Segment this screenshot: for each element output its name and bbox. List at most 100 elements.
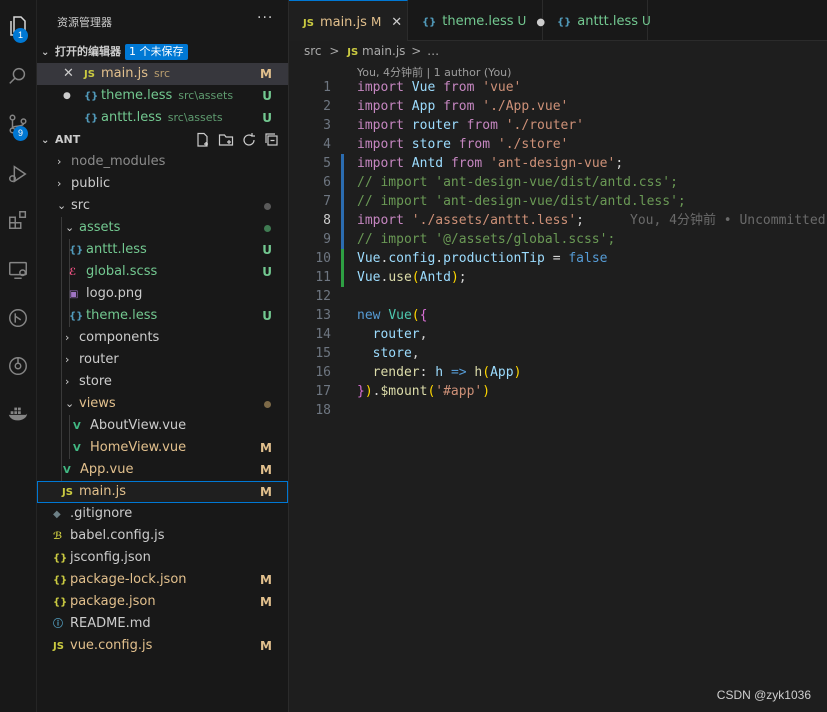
open-editor-name: anttt.less bbox=[101, 110, 162, 125]
code-line[interactable]: 9 // import '@/assets/global.scss'; bbox=[289, 230, 827, 249]
less-file-icon: {} bbox=[69, 311, 84, 322]
code-line[interactable]: 7 // import 'ant-design-vue/dist/antd.les… bbox=[289, 192, 827, 211]
open-editor-item[interactable]: ● {} theme.less src\assets U bbox=[37, 85, 288, 107]
git-gutter-marker[interactable] bbox=[341, 192, 344, 211]
tab-label: main.js bbox=[319, 15, 367, 30]
open-editor-item[interactable]: {} anttt.less src\assets U bbox=[37, 107, 288, 129]
code-line[interactable]: 18 bbox=[289, 401, 827, 420]
tree-file[interactable]: {} jsconfig.json bbox=[37, 547, 288, 569]
breadcrumb-folder[interactable]: src bbox=[304, 44, 322, 58]
search-icon[interactable] bbox=[0, 58, 36, 94]
code-line[interactable]: 14 router, bbox=[289, 325, 827, 344]
code-line[interactable]: 6 // import 'ant-design-vue/dist/antd.css… bbox=[289, 173, 827, 192]
tree-file[interactable]: ▣ logo.png bbox=[37, 283, 288, 305]
code-line[interactable]: 17 }).$mount('#app') bbox=[289, 382, 827, 401]
code-line[interactable]: 5 import Antd from 'ant-design-vue'; bbox=[289, 154, 827, 173]
tree-file[interactable]: V HomeView.vue M bbox=[37, 437, 288, 459]
tab-anttt-less[interactable]: {} anttt.less U bbox=[543, 0, 651, 40]
code-line[interactable]: 8 import './assets/anttt.less'; You, 4分钟前 … bbox=[289, 211, 827, 230]
remote-explorer-icon[interactable] bbox=[0, 252, 36, 288]
tab-theme-less[interactable]: {} theme.less U ● bbox=[408, 0, 545, 40]
tree-item-label: babel.config.js bbox=[70, 528, 165, 543]
git-gutter-marker[interactable] bbox=[341, 211, 344, 230]
tree-folder[interactable]: › public bbox=[37, 173, 288, 195]
line-number: 9 bbox=[323, 232, 331, 247]
babel-file-icon: ℬ bbox=[53, 531, 63, 542]
run-debug-icon[interactable] bbox=[0, 156, 36, 192]
open-editors-header[interactable]: ⌄ 打开的编辑器 1 个未保存 bbox=[37, 41, 288, 63]
line-number: 4 bbox=[323, 137, 331, 152]
git-gutter-marker[interactable] bbox=[341, 268, 344, 287]
line-text: }).$mount('#app') bbox=[357, 384, 491, 399]
tree-file[interactable]: {} theme.less U bbox=[37, 305, 288, 327]
code-line[interactable]: 16 render: h => h(App) bbox=[289, 363, 827, 382]
tab-label: anttt.less bbox=[577, 14, 639, 29]
git-gutter-marker[interactable] bbox=[341, 173, 344, 192]
code-line[interactable]: 15 store, bbox=[289, 344, 827, 363]
line-number: 11 bbox=[315, 270, 331, 285]
tree-file[interactable]: {} package-lock.json M bbox=[37, 569, 288, 591]
code-line[interactable]: 12 bbox=[289, 287, 827, 306]
open-editor-item[interactable]: ✕ JS main.js src M bbox=[37, 63, 288, 85]
tab-main-js[interactable]: JS main.js M ✕ bbox=[289, 0, 408, 41]
tree-item-label: views bbox=[79, 396, 116, 411]
dirty-dot-icon: ● bbox=[63, 91, 71, 101]
less-file-icon: {} bbox=[84, 91, 99, 102]
tree-folder[interactable]: › router bbox=[37, 349, 288, 371]
line-number: 17 bbox=[315, 384, 331, 399]
tree-file[interactable]: ◆ .gitignore bbox=[37, 503, 288, 525]
tree-item-label: anttt.less bbox=[86, 242, 147, 257]
tree-folder[interactable]: ⌄ assets bbox=[37, 217, 288, 239]
tree-folder[interactable]: ⌄ views bbox=[37, 393, 288, 415]
tree-item-label: README.md bbox=[70, 616, 151, 631]
line-text: import App from './App.vue' bbox=[357, 99, 569, 114]
git-status: U bbox=[262, 111, 272, 125]
tree-folder[interactable]: › store bbox=[37, 371, 288, 393]
tab-status: U bbox=[517, 14, 527, 28]
close-icon[interactable]: ✕ bbox=[63, 63, 74, 85]
tree-folder[interactable]: › components bbox=[37, 327, 288, 349]
tree-file[interactable]: ℰglobal.scss U bbox=[37, 261, 288, 283]
tree-file[interactable]: V AboutView.vue bbox=[37, 415, 288, 437]
tree-item-label: App.vue bbox=[80, 462, 134, 477]
line-number: 2 bbox=[323, 99, 331, 114]
open-editors-title: 打开的编辑器 bbox=[55, 45, 121, 58]
code-line[interactable]: 3 import router from './router' bbox=[289, 116, 827, 135]
line-number: 10 bbox=[315, 251, 331, 266]
info-file-icon: ⓘ bbox=[53, 619, 63, 630]
git-gutter-marker[interactable] bbox=[341, 249, 344, 268]
breadcrumb-more[interactable]: … bbox=[427, 44, 439, 58]
tree-folder[interactable]: › node_modules bbox=[37, 151, 288, 173]
tree-file[interactable]: JS vue.config.js M bbox=[37, 635, 288, 657]
tree-file-selected[interactable]: JS main.js M bbox=[37, 481, 288, 503]
unsaved-badge: 1 个未保存 bbox=[125, 44, 188, 60]
tree-file[interactable]: {} package.json M bbox=[37, 591, 288, 613]
breadcrumb-file[interactable]: main.js bbox=[362, 44, 405, 58]
tree-file[interactable]: V App.vue M bbox=[37, 459, 288, 481]
tree-file[interactable]: ⓘ README.md bbox=[37, 613, 288, 635]
docker-icon[interactable] bbox=[0, 396, 36, 432]
close-icon[interactable]: ✕ bbox=[391, 15, 402, 30]
code-line[interactable]: 13 new Vue({ bbox=[289, 306, 827, 325]
code-line[interactable]: 4 import store from './store' bbox=[289, 135, 827, 154]
sass-file-icon: ℰ bbox=[69, 267, 77, 278]
code-line[interactable]: 1 import Vue from 'vue' bbox=[289, 78, 827, 97]
chevron-right-icon: › bbox=[65, 331, 70, 344]
more-actions-icon[interactable]: ··· bbox=[257, 10, 273, 26]
tree-file[interactable]: {} anttt.less U bbox=[37, 239, 288, 261]
code-line[interactable]: 11 Vue.use(Antd); bbox=[289, 268, 827, 287]
explorer-files-icon[interactable]: 1 bbox=[0, 8, 36, 44]
tree-item-label: package.json bbox=[70, 594, 156, 609]
tree-folder[interactable]: ⌄ src bbox=[37, 195, 288, 217]
git-gutter-marker[interactable] bbox=[341, 230, 344, 249]
js-file-icon: JS bbox=[53, 641, 64, 652]
source-control-icon[interactable]: 9 bbox=[0, 106, 36, 142]
code-line[interactable]: 10 Vue.config.productionTip = false bbox=[289, 249, 827, 268]
tree-file[interactable]: ℬbabel.config.js bbox=[37, 525, 288, 547]
git-gutter-marker[interactable] bbox=[341, 154, 344, 173]
code-line[interactable]: 2 import App from './App.vue' bbox=[289, 97, 827, 116]
gitlens-icon[interactable] bbox=[0, 348, 36, 384]
git-graph-icon[interactable] bbox=[0, 300, 36, 336]
extensions-icon[interactable] bbox=[0, 202, 36, 238]
project-header[interactable]: ⌄ ANT bbox=[37, 129, 288, 151]
